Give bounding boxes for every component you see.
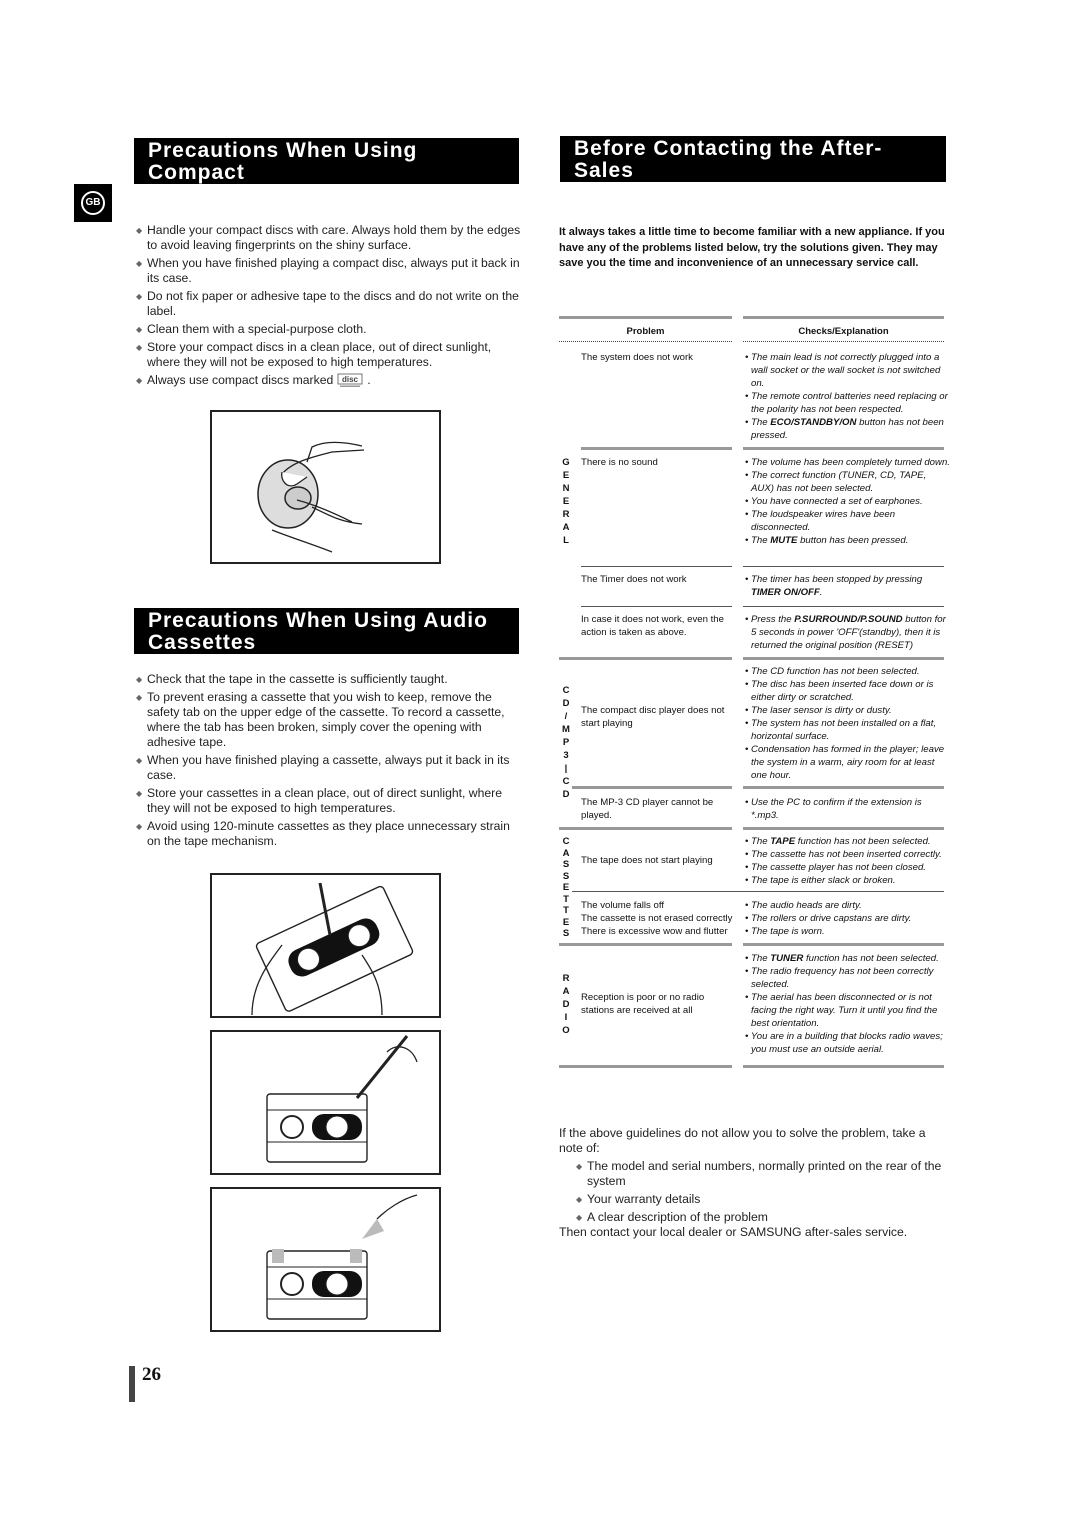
check-item: • The main lead is not correctly plugged… (745, 352, 941, 389)
checks-cell: • The timer has been stopped by pressing… (745, 573, 950, 599)
problem-cell: The compact disc player does not start p… (581, 705, 725, 729)
rule (572, 786, 732, 789)
problem-cell: The MP-3 CD player cannot be played. (581, 797, 714, 821)
check-item: • The cassette has not been inserted cor… (745, 849, 942, 860)
page-number: 26 (142, 1364, 161, 1385)
dotted-rule (559, 341, 732, 342)
checks-cell: • The main lead is not correctly plugged… (745, 351, 950, 442)
category-radio: RADIO (562, 973, 570, 1036)
footer-list: The model and serial numbers, normally p… (576, 1159, 947, 1225)
check-item: • The tape is either slack or broken. (745, 875, 896, 886)
rule (581, 566, 732, 567)
checks-cell: • Press the P.SURROUND/P.SOUND button fo… (745, 613, 950, 652)
category-cassettes: CASSETTES (562, 836, 570, 939)
rule (743, 566, 944, 567)
rule (743, 1065, 944, 1068)
rule (743, 786, 944, 789)
list-item: Your warranty details (576, 1192, 947, 1207)
check-item: • The system has not been installed on a… (745, 718, 937, 742)
problem-cell: The system does not work (581, 352, 693, 363)
checks-cell: • Use the PC to confirm if the extension… (745, 796, 950, 822)
problem-cell: The tape does not start playing (581, 855, 713, 866)
check-item: • You have connected a set of earphones. (745, 496, 923, 507)
header-problem: Problem (626, 326, 665, 337)
check-item: • The remote control batteries need repl… (745, 391, 948, 415)
problem-cell: There is no sound (581, 457, 658, 468)
dotted-rule (743, 341, 944, 342)
check-item: • The rollers or drive capstans are dirt… (745, 913, 912, 924)
check-item: • The volume has been completely turned … (745, 457, 950, 468)
check-item: • Press the P.SURROUND/P.SOUND button fo… (745, 614, 946, 651)
rule (743, 827, 944, 830)
problem-cell: The Timer does not work (581, 574, 687, 585)
check-item: • The audio heads are dirty. (745, 900, 862, 911)
check-item: • The correct function (TUNER, CD, TAPE,… (745, 470, 927, 494)
rule (581, 606, 732, 607)
check-item: • The tape is worn. (745, 926, 825, 937)
problem-cell: Reception is poor or no radio stations a… (581, 992, 705, 1016)
header-checks: Checks/Explanation (798, 326, 889, 337)
check-item: • The aerial has been disconnected or is… (745, 992, 938, 1029)
rule (559, 943, 732, 946)
rule (743, 447, 944, 450)
footer-notes: If the above guidelines do not allow you… (559, 1126, 949, 1240)
checks-cell: • The volume has been completely turned … (745, 456, 950, 547)
check-item: • Condensation has formed in the player;… (745, 744, 945, 781)
check-item: • Use the PC to confirm if the extension… (745, 797, 922, 821)
rule (572, 891, 944, 892)
checks-cell: • The CD function has not been selected.… (745, 665, 950, 782)
check-item: • The timer has been stopped by pressing… (745, 574, 923, 598)
rule (743, 316, 944, 319)
cassette-tape-cover-illustration (210, 1187, 441, 1332)
category-cd-mp3: C D / M P 3 | C D (562, 685, 570, 800)
rule (559, 1065, 732, 1068)
footer-closing: Then contact your local dealer or SAMSUN… (559, 1225, 908, 1239)
checks-cell: • The audio heads are dirty. • The rolle… (745, 899, 950, 938)
check-item: • The radio frequency has not been corre… (745, 966, 934, 990)
page-number-bar (129, 1366, 135, 1402)
check-item: • The TAPE function has not been selecte… (745, 836, 931, 847)
check-item: • The CD function has not been selected. (745, 666, 920, 677)
check-item: • The loudspeaker wires have been discon… (745, 509, 896, 533)
rule (559, 827, 732, 830)
list-item: The model and serial numbers, normally p… (576, 1159, 947, 1189)
cover-opening-tape-icon (266, 1194, 418, 1320)
problem-cell: The volume falls off The cassette is not… (581, 900, 733, 937)
checks-cell: • The TUNER function has not been select… (745, 952, 950, 1056)
rule (743, 657, 944, 660)
check-item: • The laser sensor is dirty or dusty. (745, 705, 892, 716)
check-item: • The cassette player has not been close… (745, 862, 926, 873)
checks-cell: • The TAPE function has not been selecte… (745, 835, 950, 887)
check-item: • The MUTE button has been pressed. (745, 535, 909, 546)
list-item: A clear description of the problem (576, 1210, 947, 1225)
check-item: • The disc has been inserted face down o… (745, 679, 934, 703)
check-item: • The TUNER function has not been select… (745, 953, 939, 964)
category-general: GENERAL (562, 457, 570, 546)
rule (743, 943, 944, 946)
rule (559, 316, 732, 319)
problem-cell: In case it does not work, even the actio… (581, 614, 724, 638)
check-item: • You are in a building that blocks radi… (745, 1031, 943, 1055)
rule (743, 606, 944, 607)
troubleshooting-table: Problem Checks/Explanation The system do… (0, 0, 1080, 1100)
rule (581, 447, 732, 450)
footer-intro: If the above guidelines do not allow you… (559, 1126, 926, 1155)
check-item: • The ECO/STANDBY/ON button has not been… (745, 417, 944, 441)
rule (559, 657, 732, 660)
